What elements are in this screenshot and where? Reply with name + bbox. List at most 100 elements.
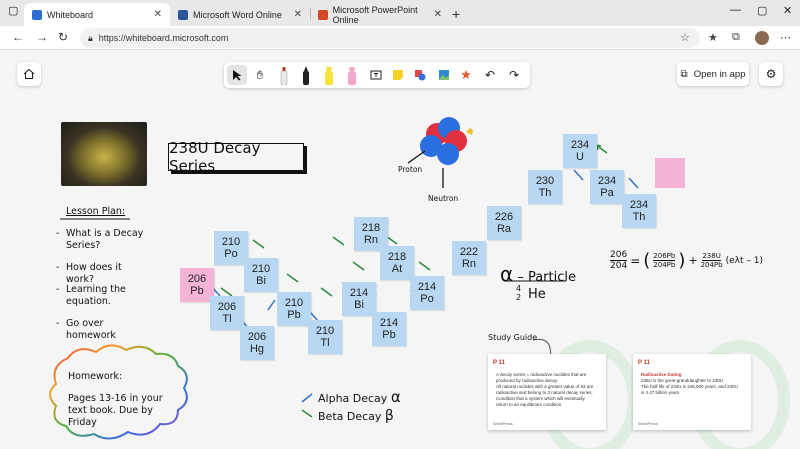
nuclide-note[interactable]: 210 Po	[214, 231, 248, 265]
select-tool-button[interactable]	[227, 65, 247, 85]
nuclide-symbol: Pa	[600, 187, 614, 199]
nuclide-note[interactable]: 210 Bi	[244, 258, 278, 292]
nuclide-symbol: Rn	[461, 258, 477, 270]
board-title[interactable]: 238U Decay Series	[168, 139, 304, 175]
tab-whiteboard[interactable]: Whiteboard ✕	[24, 3, 170, 26]
nuclide-note[interactable]: 210 Pb	[277, 292, 311, 326]
image-tool-button[interactable]	[434, 65, 454, 85]
tab-actions-icon[interactable]: ▢	[8, 4, 18, 17]
uranium-ore-photo[interactable]	[61, 122, 147, 186]
formula-lhs: 206 204	[610, 250, 628, 271]
proton-arrow	[407, 150, 426, 164]
maximize-button[interactable]: ▢	[757, 4, 767, 17]
helium-charge: 2	[516, 293, 522, 302]
formula-denominator: 204Pb	[653, 261, 676, 269]
formula-term-2: 238U 204Pb	[701, 252, 723, 269]
collections-icon[interactable]: ⧉	[732, 31, 740, 44]
whiteboard-favicon-icon	[32, 9, 42, 20]
home-button[interactable]	[17, 62, 41, 86]
nuclide-note[interactable]: 234 Th	[622, 194, 656, 228]
yellow-highlighter-button[interactable]	[319, 65, 339, 85]
nuclide-mass: 210	[221, 236, 241, 248]
profile-avatar[interactable]	[755, 31, 769, 45]
eraser-tool-button[interactable]	[274, 65, 294, 85]
black-pen-button[interactable]	[296, 65, 316, 85]
helium-nuclide: 4 2	[516, 284, 521, 302]
nuclide-note-final[interactable]: 206 Pb	[180, 268, 214, 302]
alpha-symbol: α	[390, 388, 401, 406]
back-arrow-icon[interactable]: ←	[12, 30, 24, 44]
open-in-app-label: Open in app	[693, 68, 746, 80]
nuclide-mass: 214	[417, 281, 437, 293]
card-footer: WordPress	[638, 421, 658, 426]
close-tab-icon[interactable]: ✕	[294, 9, 302, 20]
powerpoint-favicon-icon	[318, 9, 328, 20]
nuclide-note[interactable]: 214 Bi	[342, 282, 376, 316]
close-window-button[interactable]: ✕	[783, 4, 792, 17]
home-icon	[23, 68, 35, 80]
add-favorite-icon[interactable]: ☆	[680, 31, 690, 44]
url-input[interactable]: 🔒︎ https://whiteboard.microsoft.com	[80, 28, 700, 48]
legend-beta: Beta Decay β	[318, 408, 394, 424]
favorites-icon[interactable]: ★	[708, 31, 718, 44]
tab-word[interactable]: Microsoft Word Online ✕	[170, 3, 310, 26]
tab-label: Microsoft PowerPoint Online	[332, 4, 418, 25]
undo-button[interactable]: ↶	[480, 65, 500, 85]
nuclide-note[interactable]: 210 Tl	[308, 320, 342, 354]
minimize-button[interactable]: —	[730, 4, 741, 16]
nuclide-note[interactable]: 230 Th	[528, 170, 562, 204]
new-tab-button[interactable]: +	[452, 6, 460, 22]
close-tab-icon[interactable]: ✕	[434, 9, 442, 20]
nuclide-note[interactable]: 234 Pa	[590, 170, 624, 204]
nuclide-mass: 226	[494, 211, 514, 223]
url-text: https://whiteboard.microsoft.com	[98, 33, 229, 43]
browser-tab-bar: Whiteboard ✕ Microsoft Word Online ✕ Mic…	[0, 0, 800, 26]
note-tool-button[interactable]	[388, 65, 408, 85]
nuclide-mass: 234	[629, 199, 649, 211]
redo-button[interactable]: ↷	[504, 65, 524, 85]
nuclide-symbol: Tl	[320, 337, 330, 349]
pink-highlighter-button[interactable]	[342, 65, 362, 85]
nuclide-mass: 210	[315, 325, 335, 337]
nuclide-note[interactable]: 206 Tl	[210, 296, 244, 330]
lesson-plan-title: Lesson Plan:	[66, 206, 126, 217]
legend-beta-text: Beta Decay	[318, 410, 382, 423]
study-card[interactable]: P 11 A decay series = radioactive nuclid…	[488, 354, 606, 430]
nuclide-mass: 218	[387, 251, 407, 263]
alpha-symbol: α	[500, 262, 514, 286]
word-favicon-icon	[178, 9, 188, 20]
nuclide-mass: 218	[361, 222, 381, 234]
nuclide-note[interactable]: 234 U	[563, 134, 597, 168]
blank-pink-note[interactable]	[655, 158, 685, 188]
nuclide-mass: 234	[597, 175, 617, 187]
more-menu-icon[interactable]: ⋯	[780, 31, 791, 44]
nuclide-symbol: U	[576, 151, 584, 163]
nuclide-note[interactable]: 214 Po	[410, 276, 444, 310]
tab-powerpoint[interactable]: Microsoft PowerPoint Online ✕	[310, 3, 450, 26]
nuclide-note[interactable]: 206 Hg	[240, 326, 274, 360]
nuclide-mass: 210	[284, 297, 304, 309]
close-tab-icon[interactable]: ✕	[154, 9, 162, 20]
proton-label: Proton	[398, 165, 423, 174]
shapes-tool-button[interactable]	[410, 65, 430, 85]
yellow-highlighter-icon	[325, 67, 333, 85]
settings-button[interactable]: ⚙︎	[759, 62, 783, 86]
neutron-label: Neutron	[428, 194, 459, 203]
forward-arrow-icon[interactable]: →	[36, 30, 48, 44]
nuclide-note[interactable]: 214 Pb	[372, 312, 406, 346]
formula-numerator: 206Pb	[653, 252, 676, 261]
text-tool-button[interactable]	[366, 65, 386, 85]
refresh-icon[interactable]: ↻	[58, 30, 68, 44]
atom-drawing	[420, 117, 473, 165]
card-bullet: The half-life of 234U is 246,000 years, …	[641, 384, 738, 395]
homework-title: Homework:	[68, 371, 123, 382]
reactions-tool-button[interactable]: ★	[456, 65, 476, 85]
card-body: Radioactive Dating 238U is the great-gra…	[641, 372, 741, 396]
nuclide-note[interactable]: 218 At	[380, 246, 414, 280]
pan-tool-button[interactable]: ✋︎	[250, 65, 270, 85]
nuclide-note[interactable]: 222 Rn	[452, 241, 486, 275]
black-pen-icon	[303, 66, 309, 85]
open-in-app-button[interactable]: ⧉ Open in app	[677, 62, 749, 86]
nuclide-note[interactable]: 226 Ra	[487, 206, 521, 240]
study-card[interactable]: P 11 Radioactive Dating 238U is the grea…	[633, 354, 751, 430]
